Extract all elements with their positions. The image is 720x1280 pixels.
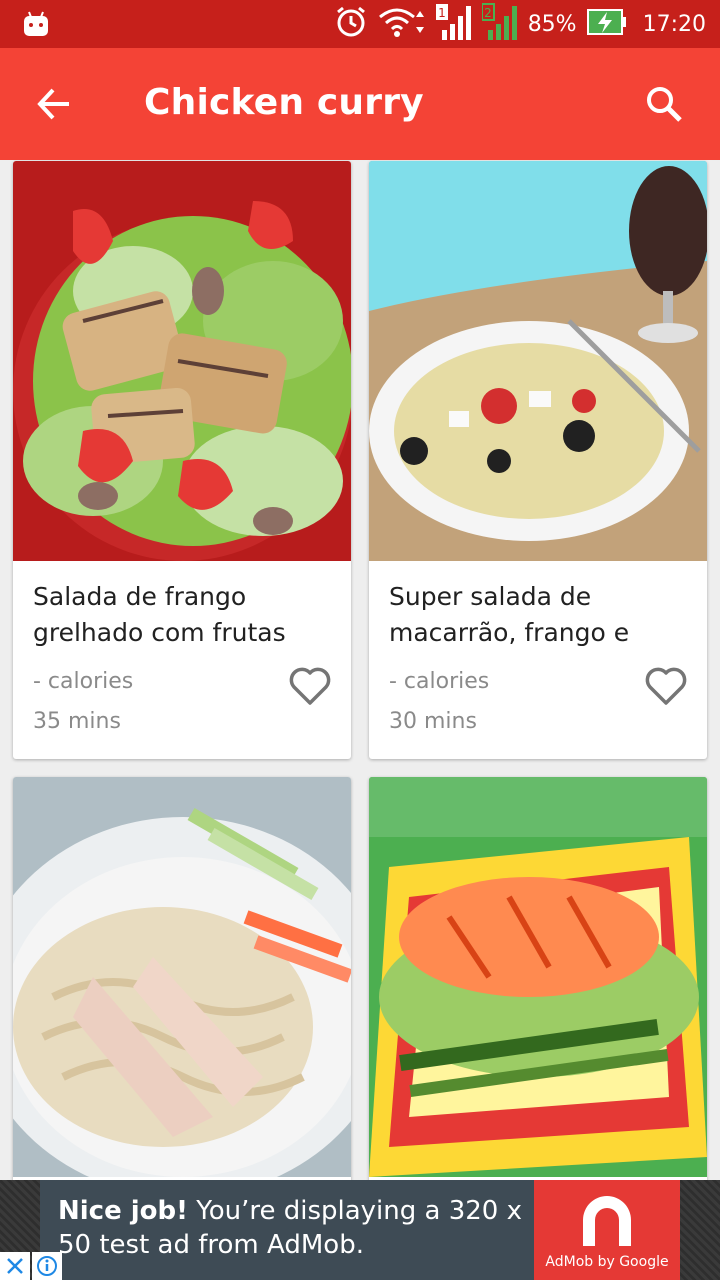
recipe-card[interactable]: [369, 777, 707, 1180]
recipe-calories: - calories: [389, 669, 490, 694]
recipe-photo: [13, 161, 351, 561]
search-button[interactable]: [638, 78, 690, 130]
ad-close-button[interactable]: [0, 1252, 30, 1280]
close-icon: [7, 1258, 23, 1274]
back-button[interactable]: [28, 78, 80, 130]
svg-text:2: 2: [484, 6, 492, 20]
search-icon: [647, 87, 682, 122]
ad-headline: Nice job!: [58, 1196, 189, 1226]
recipe-time: 35 mins: [33, 709, 121, 734]
info-icon: [37, 1256, 57, 1276]
favorite-button[interactable]: [287, 663, 333, 709]
battery-charging-icon: [586, 8, 627, 40]
heart-outline-icon: [645, 667, 687, 705]
favorite-button[interactable]: [643, 663, 689, 709]
recipe-photo: [369, 161, 707, 561]
admob-brand: AdMob by Google: [534, 1180, 680, 1280]
recipe-photo: [369, 777, 707, 1177]
ad-choices-button[interactable]: [32, 1252, 62, 1280]
android-notification-icon: [22, 10, 50, 42]
recipe-title: Super salada de macarrão, frango e: [389, 582, 630, 647]
ad-pattern: [680, 1180, 720, 1280]
recipe-grid: Salada de frango grelhado com frutas - c…: [0, 160, 720, 1180]
arrow-back-icon: [37, 88, 69, 120]
wifi-icon: [378, 5, 426, 43]
recipe-calories: - calories: [33, 669, 134, 694]
signal-sim1-icon: 1: [435, 2, 472, 46]
recipe-photo: [13, 777, 351, 1177]
heart-outline-icon: [289, 667, 331, 705]
app-bar: Chicken curry: [0, 48, 720, 160]
clock: 17:20: [642, 11, 706, 37]
recipe-card[interactable]: [13, 777, 351, 1180]
recipe-card[interactable]: Salada de frango grelhado com frutas - c…: [13, 161, 351, 759]
status-bar: 1 2 85% 17:20: [0, 0, 720, 48]
ad-message: Nice job! You’re displaying a 320 x 50 t…: [58, 1194, 538, 1262]
page-title: Chicken curry: [144, 82, 424, 123]
ad-banner[interactable]: Nice job! You’re displaying a 320 x 50 t…: [0, 1180, 720, 1280]
ad-content[interactable]: Nice job! You’re displaying a 320 x 50 t…: [40, 1180, 680, 1280]
admob-logo-icon: [583, 1196, 631, 1246]
recipe-time: 30 mins: [389, 709, 477, 734]
alarm-icon: [334, 5, 368, 43]
signal-sim2-icon: 2: [480, 2, 518, 46]
recipe-card[interactable]: Super salada de macarrão, frango e - cal…: [369, 161, 707, 759]
ad-brand-label: AdMob by Google: [545, 1254, 669, 1270]
recipe-title: Salada de frango grelhado com frutas: [33, 582, 286, 647]
svg-text:1: 1: [438, 6, 446, 20]
battery-percent: 85%: [527, 11, 577, 37]
